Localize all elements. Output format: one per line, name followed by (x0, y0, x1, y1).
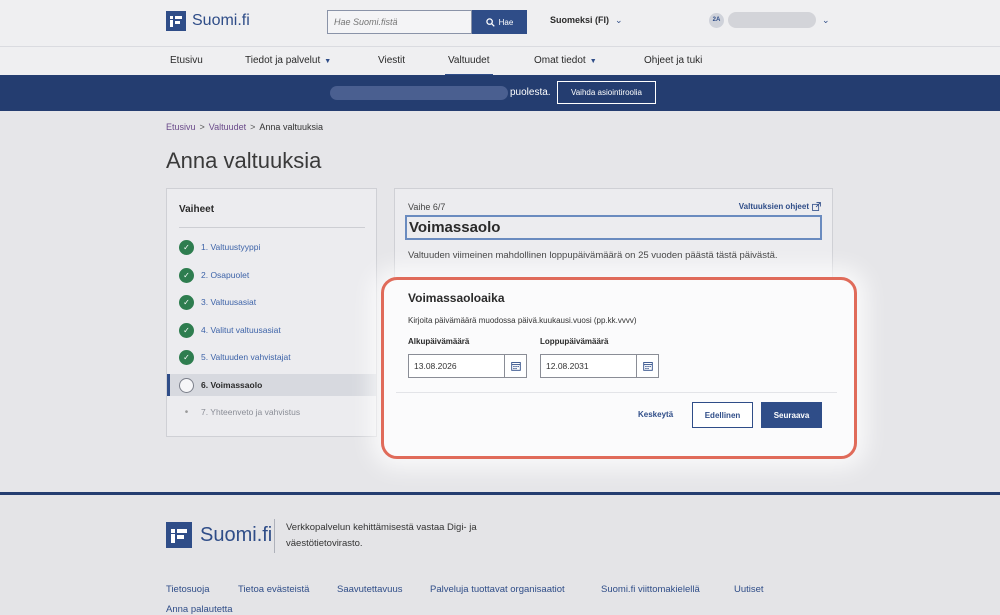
user-avatar: 2A (709, 12, 724, 28)
divider (396, 392, 837, 393)
step-valtuusasiat[interactable]: ✓ 3. Valtuusasiat (167, 291, 376, 313)
user-name-redacted (728, 12, 816, 28)
help-link-label: Valtuuksien ohjeet (738, 202, 809, 211)
organization-name-redacted (330, 86, 508, 100)
breadcrumb-valtuudet[interactable]: Valtuudet (209, 122, 246, 132)
footer-separator (274, 519, 275, 553)
step-osapuolet[interactable]: ✓ 2. Osapuolet (167, 264, 376, 286)
step-label: 4. Valitut valtuusasiat (201, 325, 281, 335)
nav-item-ohjeet-ja-tuki[interactable]: Ohjeet ja tuki (644, 55, 702, 66)
cancel-button[interactable]: Keskeytä (638, 410, 673, 419)
check-icon: ✓ (179, 349, 194, 365)
current-step-circle-icon (179, 377, 194, 393)
step-valtuustyyppi[interactable]: ✓ 1. Valtuustyyppi (167, 236, 376, 258)
previous-button[interactable]: Edellinen (692, 402, 753, 428)
check-icon: ✓ (179, 322, 194, 338)
breadcrumb: Etusivu > Valtuudet > Anna valtuuksia (166, 122, 323, 132)
top-header: Suomi.fi Hae Suomeksi (FI) ⌄ 2A ⌄ (0, 0, 1000, 46)
chevron-down-icon: ▼ (324, 58, 332, 65)
suomifi-logo[interactable]: Suomi.fi (166, 11, 250, 31)
end-date-calendar-button[interactable] (636, 354, 659, 378)
validity-period-title: Voimassaoloaika (408, 291, 505, 305)
divider (179, 227, 365, 228)
breadcrumb-current: Anna valtuuksia (259, 122, 323, 132)
section-heading: Voimassaolo (405, 215, 822, 240)
step-label: 2. Osapuolet (201, 270, 250, 280)
nav-item-valtuudet[interactable]: Valtuudet (445, 55, 493, 76)
chevron-down-icon: ⌄ (822, 14, 830, 25)
footer-link-tietosuoja[interactable]: Tietosuoja (166, 584, 209, 595)
footer-logo[interactable]: Suomi.fi (166, 522, 272, 548)
step-label: 6. Voimassaolo (201, 380, 263, 390)
footer-link-uutiset[interactable]: Uutiset (734, 584, 764, 595)
step-label: 5. Valtuuden vahvistajat (201, 352, 291, 362)
footer-logo-text: Suomi.fi (200, 523, 273, 546)
suomifi-logo-icon (166, 11, 186, 31)
steps-panel: Vaiheet ✓ 1. Valtuustyyppi ✓ 2. Osapuole… (166, 188, 377, 437)
search-button-label: Hae (498, 17, 514, 27)
bullet-icon: • (184, 406, 189, 418)
step-yhteenveto-ja-vahvistus: • 7. Yhteenveto ja vahvistus (167, 401, 376, 423)
footer-link-palaute[interactable]: Anna palautetta (166, 604, 233, 615)
next-button[interactable]: Seuraava (761, 402, 822, 428)
footer-link-organisaatiot[interactable]: Palveluja tuottavat organisaatiot (430, 584, 565, 595)
search-button[interactable]: Hae (472, 10, 527, 34)
help-link[interactable]: Valtuuksien ohjeet (739, 202, 821, 211)
chevron-down-icon: ▼ (589, 58, 597, 65)
calendar-icon (510, 362, 521, 371)
footer-link-saavutettavuus[interactable]: Saavutettavuus (337, 584, 403, 595)
nav-item-omat-tiedot[interactable]: Omat tiedot ▼ (534, 55, 597, 66)
language-selector[interactable]: Suomeksi (FI) ⌄ (550, 15, 623, 26)
nav-item-etusivu[interactable]: Etusivu (170, 55, 203, 66)
footer-link-viittomakieli[interactable]: Suomi.fi viittomakielellä (601, 584, 700, 595)
user-menu[interactable]: 2A ⌄ (709, 12, 830, 28)
external-link-icon (812, 202, 821, 211)
suomifi-logo-icon (166, 522, 192, 548)
nav-item-viestit[interactable]: Viestit (378, 55, 405, 66)
check-icon: ✓ (179, 239, 194, 255)
nav-item-tiedot-ja-palvelut[interactable]: Tiedot ja palvelut ▼ (245, 55, 331, 66)
info-text: Valtuuden viimeinen mahdollinen loppupäi… (408, 250, 778, 261)
end-date-input[interactable] (540, 354, 637, 378)
footer-description: Verkkopalvelun kehittämisestä vastaa Dig… (286, 522, 477, 549)
footer-link-evasteet[interactable]: Tietoa evästeistä (238, 584, 309, 595)
step-valitut-valtuusasiat[interactable]: ✓ 4. Valitut valtuusasiat (167, 319, 376, 341)
step-label: 1. Valtuustyyppi (201, 242, 261, 252)
acting-on-behalf-bar: puolesta. (0, 75, 1000, 111)
start-date-input[interactable] (408, 354, 505, 378)
calendar-icon (642, 362, 653, 371)
logo-text: Suomi.fi (192, 12, 250, 29)
check-icon: ✓ (179, 267, 194, 283)
main-nav: Etusivu Tiedot ja palvelut ▼ Viestit Valt… (0, 46, 1000, 76)
page-title: Anna valtuuksia (166, 148, 322, 173)
step-voimassaolo: 6. Voimassaolo (167, 374, 376, 396)
breadcrumb-etusivu[interactable]: Etusivu (166, 122, 196, 132)
step-label: 3. Valtuusasiat (201, 297, 257, 307)
phase-indicator: Vaihe 6/7 (408, 202, 446, 212)
start-date-calendar-button[interactable] (504, 354, 527, 378)
on-behalf-text: puolesta. (510, 87, 551, 98)
date-format-hint: Kirjoita päivämäärä muodossa päivä.kuuka… (408, 316, 637, 325)
step-valtuuden-vahvistajat[interactable]: ✓ 5. Valtuuden vahvistajat (167, 346, 376, 368)
chevron-down-icon: ⌄ (615, 15, 623, 25)
site-footer: Suomi.fi Verkkopalvelun kehittämisestä v… (0, 495, 1000, 615)
end-date-label: Loppupäivämäärä (540, 337, 609, 346)
step-label: 7. Yhteenveto ja vahvistus (201, 407, 301, 417)
language-label: Suomeksi (FI) (550, 15, 610, 25)
search-icon (485, 17, 495, 27)
change-role-button[interactable]: Vaihda asiointiroolia (557, 81, 656, 104)
check-icon: ✓ (179, 294, 194, 310)
steps-title: Vaiheet (179, 204, 215, 215)
search-input[interactable] (327, 10, 472, 34)
validity-period-section: Voimassaoloaika Kirjoita päivämäärä muod… (381, 277, 857, 459)
start-date-label: Alkupäivämäärä (408, 337, 470, 346)
